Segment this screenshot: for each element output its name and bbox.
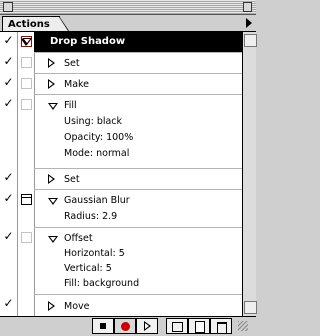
checkmark-icon[interactable]: ✓ [3, 297, 14, 309]
collapse-box-icon[interactable] [243, 2, 252, 12]
dialog-toggle-icon[interactable] [21, 78, 32, 89]
actions-button-bar [0, 316, 256, 336]
stop-button[interactable] [92, 318, 114, 334]
tab-actions[interactable]: Actions [2, 16, 60, 31]
play-icon [144, 321, 151, 331]
expand-triangle-icon[interactable] [48, 79, 55, 89]
param-mode: Mode: normal [64, 148, 130, 159]
action-row-move[interactable]: ✓ Move [0, 295, 242, 316]
palette-titlebar[interactable] [0, 0, 256, 15]
step-label: Gaussian Blur [64, 195, 130, 206]
step-label: Move [64, 301, 90, 312]
action-row-fill[interactable]: ✓ Fill Using: black Opacity: 100% Mode: … [0, 95, 242, 168]
record-icon [121, 322, 130, 331]
expand-triangle-icon[interactable] [48, 301, 55, 311]
play-button[interactable] [136, 318, 158, 334]
folder-icon [172, 322, 183, 332]
tab-row: Actions [0, 15, 256, 32]
checkmark-icon[interactable]: ✓ [3, 171, 14, 183]
action-row-set-2[interactable]: ✓ Set [0, 169, 242, 189]
trash-icon [217, 322, 227, 334]
resize-grip-icon[interactable] [238, 321, 248, 331]
expand-triangle-icon[interactable] [48, 58, 55, 68]
expand-triangle-icon[interactable] [48, 236, 58, 243]
checkmark-icon[interactable]: ✓ [3, 97, 14, 109]
dialog-toggle-icon[interactable] [21, 57, 32, 68]
close-box-icon[interactable] [3, 2, 13, 12]
param-horizontal: Horizontal: 5 [64, 248, 125, 259]
new-document-icon [195, 321, 205, 333]
checkmark-icon[interactable]: ✓ [3, 55, 14, 67]
param-using: Using: black [64, 116, 123, 127]
scroll-down-icon[interactable] [244, 301, 257, 314]
scroll-up-icon[interactable] [244, 34, 257, 47]
step-label: Set [64, 174, 80, 185]
delete-button[interactable] [210, 318, 232, 334]
step-label: Make [64, 79, 90, 90]
step-label: Offset [64, 233, 93, 244]
dialog-toggle-icon[interactable] [21, 99, 32, 110]
expand-triangle-icon[interactable] [48, 174, 55, 184]
action-row-make[interactable]: ✓ Make [0, 74, 242, 94]
dialog-toggle-icon[interactable] [21, 194, 32, 205]
stop-icon [100, 323, 106, 329]
expand-triangle-icon[interactable] [22, 38, 32, 45]
expand-triangle-icon[interactable] [48, 103, 58, 110]
dialog-toggle-icon[interactable] [21, 232, 32, 243]
new-set-button[interactable] [166, 318, 188, 334]
checkmark-icon[interactable]: ✓ [3, 192, 14, 204]
action-row-set[interactable]: ✓ Set [0, 53, 242, 73]
step-label: Fill [64, 100, 77, 111]
checkmark-icon[interactable]: ✓ [3, 34, 14, 46]
action-row-drop-shadow[interactable]: ✓ Drop Shadow [0, 32, 242, 52]
action-row-gaussian-blur[interactable]: ✓ Gaussian Blur Radius: 2.9 [0, 190, 242, 227]
action-set-label: Drop Shadow [50, 36, 126, 47]
step-label: Set [64, 58, 80, 69]
action-row-offset[interactable]: ✓ Offset Horizontal: 5 Vertical: 5 Fill:… [0, 228, 242, 294]
param-fill: Fill: background [64, 278, 140, 289]
new-action-button[interactable] [188, 318, 210, 334]
selected-highlight: Drop Shadow [22, 32, 242, 52]
param-opacity: Opacity: 100% [64, 132, 134, 143]
palette-menu-arrow-icon[interactable] [246, 18, 252, 28]
vertical-scrollbar[interactable] [242, 32, 257, 316]
param-vertical: Vertical: 5 [64, 263, 112, 274]
record-button[interactable] [114, 318, 136, 334]
checkmark-icon[interactable]: ✓ [3, 76, 14, 88]
tab-edge-fill [59, 17, 68, 31]
actions-list[interactable]: ✓ Drop Shadow ✓ Set ✓ Make ✓ Fill Using:… [0, 32, 242, 316]
checkmark-icon[interactable]: ✓ [3, 230, 14, 242]
expand-triangle-icon[interactable] [48, 198, 58, 205]
param-radius: Radius: 2.9 [64, 211, 118, 222]
